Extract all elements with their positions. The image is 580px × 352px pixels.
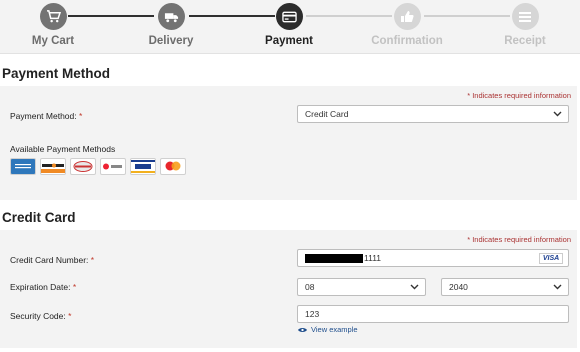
card-number-label: Credit Card Number: * [10,255,95,265]
payment-method-label: Payment Method: * [10,111,83,121]
chevron-down-icon [410,284,419,290]
credit-card-icon [275,3,303,30]
step-my-cart[interactable]: My Cart [0,3,113,47]
step-label: Confirmation [371,35,443,47]
amex-logo-icon [10,158,36,175]
available-methods-label: Available Payment Methods [10,144,116,154]
visa-logo-icon [130,158,156,175]
list-icon [511,3,539,30]
payment-method-heading: Payment Method [2,66,111,81]
diners-club-logo-icon [70,158,96,175]
step-receipt[interactable]: Receipt [465,3,580,47]
cart-icon [39,3,67,30]
masked-digits [305,253,363,263]
checkout-stepper: My Cart Delivery Payment Confirmation Re… [0,0,580,54]
expiration-year-select[interactable]: 2040 [441,278,569,296]
chevron-down-icon [553,111,562,117]
security-code-field[interactable]: 123 [297,305,569,323]
step-label: Payment [265,35,313,47]
expiration-label: Expiration Date: * [10,282,77,292]
step-label: Delivery [148,35,194,47]
visa-logo-icon: VISA [539,253,563,264]
view-example-link[interactable]: View example [298,325,358,334]
mastercard-logo-icon [160,158,186,175]
step-confirmation[interactable]: Confirmation [347,3,467,47]
truck-icon [157,3,185,30]
discover-logo-icon [40,158,66,175]
chevron-down-icon [553,284,562,290]
required-note: * Indicates required information [467,235,571,244]
step-label: My Cart [31,35,75,47]
required-note: * Indicates required information [467,91,571,100]
available-cards [10,158,186,175]
eye-icon [298,327,307,332]
payment-method-select[interactable]: Credit Card [297,105,569,123]
card-number-field[interactable]: 1111 VISA [297,249,569,267]
bccard-logo-icon [100,158,126,175]
expiration-month-select[interactable]: 08 [297,278,426,296]
security-code-label: Security Code: * [10,311,72,321]
step-payment[interactable]: Payment [229,3,349,47]
credit-card-heading: Credit Card [2,210,76,225]
payment-method-panel [0,86,577,200]
thumbs-up-icon [393,3,421,30]
step-delivery[interactable]: Delivery [111,3,231,47]
step-label: Receipt [504,35,546,47]
